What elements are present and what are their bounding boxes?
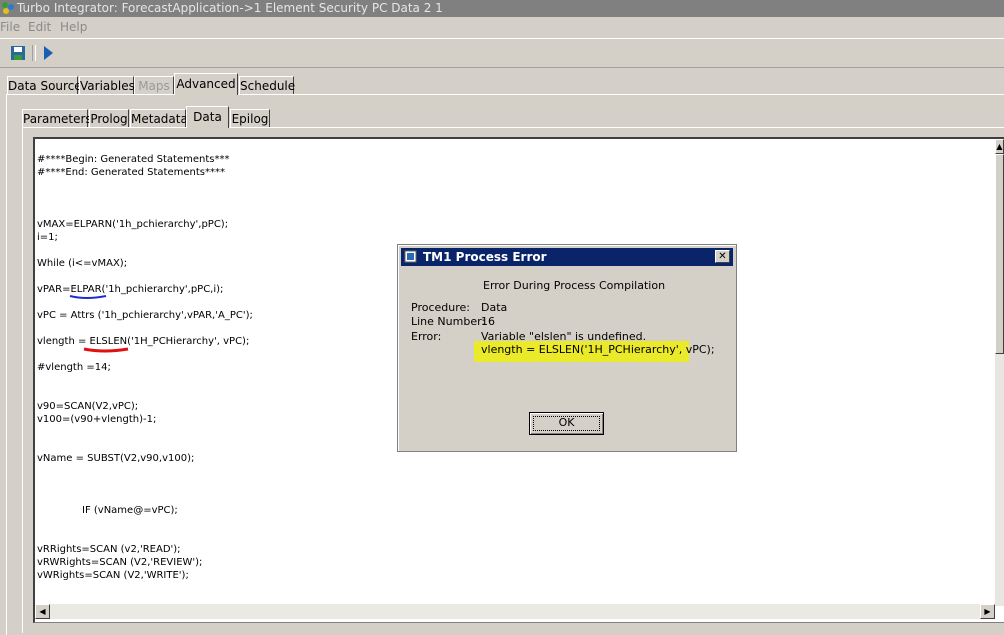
- error-statement: vlength = ELSLEN('1H_PCHierarchy', vPC);: [481, 343, 715, 356]
- focus-rectangle: [533, 416, 600, 431]
- line-number-value: 16: [481, 315, 495, 328]
- vertical-scrollbar[interactable]: ▲: [995, 139, 1004, 606]
- dialog-title-bar: TM1 Process Error ✕: [401, 248, 733, 266]
- line-number-label: Line Number:: [411, 315, 486, 328]
- scroll-left-icon[interactable]: ◀: [35, 604, 50, 619]
- scroll-up-icon[interactable]: ▲: [995, 139, 1004, 154]
- error-label: Error:: [411, 330, 442, 343]
- vertical-scroll-thumb[interactable]: [995, 154, 1004, 354]
- dialog-heading: Error During Process Compilation: [483, 279, 666, 292]
- close-icon[interactable]: ✕: [715, 250, 730, 263]
- dialog-app-icon: [404, 250, 417, 263]
- blue-underline-elpar: [69, 295, 107, 299]
- scroll-right-icon[interactable]: ▶: [980, 604, 995, 619]
- tm1-process-error-dialog: TM1 Process Error ✕ Error During Process…: [397, 244, 737, 452]
- red-underline-elslen: [83, 347, 129, 353]
- tab-data[interactable]: Data: [186, 106, 229, 128]
- tab-advanced[interactable]: Advanced: [174, 73, 238, 95]
- dialog-title: TM1 Process Error: [423, 250, 547, 264]
- procedure-label: Procedure:: [411, 301, 470, 314]
- horizontal-scrollbar[interactable]: ◀ ▶: [35, 604, 995, 619]
- procedure-value: Data: [481, 301, 508, 314]
- ok-button[interactable]: OK: [529, 412, 604, 435]
